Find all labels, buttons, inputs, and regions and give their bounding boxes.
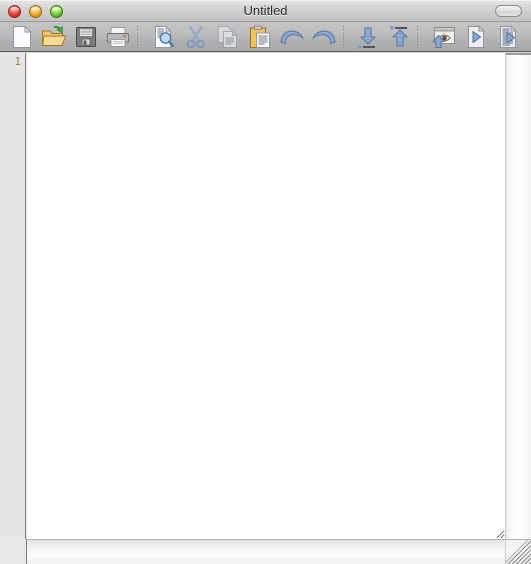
window-title: Untitled [243,3,288,18]
run-with-source-icon [497,25,519,49]
toolbar [0,22,531,52]
run-document-icon [465,25,487,49]
resize-grip-lines-icon [506,540,531,564]
undo-button[interactable] [278,23,306,51]
line-number-1: 1 [14,55,21,68]
titlebar-highlight [0,0,531,1]
close-button[interactable] [8,5,21,18]
title-bar[interactable]: Untitled [0,0,531,22]
new-document-icon [11,25,33,49]
editor-area: 1 [0,53,531,564]
cut-scissors-icon [185,25,207,49]
minimize-button[interactable] [29,5,42,18]
save-floppy-icon [75,26,97,48]
paste-clipboard-icon [248,25,272,49]
shift-up-button[interactable] [386,23,414,51]
toolbar-items [0,22,531,51]
new-document-button[interactable] [8,23,36,51]
resize-grip[interactable] [505,539,531,564]
toolbar-separator-3 [417,26,418,48]
shift-down-icon [356,25,380,49]
toolbar-toggle-button[interactable] [495,5,522,17]
application-window: Untitled 1 [0,0,531,564]
print-preview-icon [152,25,176,49]
shift-up-icon [388,25,412,49]
vertical-scrollbar-cap [506,53,531,55]
print-preview-button[interactable] [150,23,178,51]
undo-arrow-icon [279,26,305,48]
run-button[interactable] [462,23,490,51]
minimize-button-body [29,5,42,18]
vertical-scrollbar[interactable] [505,53,531,539]
redo-button[interactable] [310,23,338,51]
shift-down-button[interactable] [354,23,382,51]
preview-in-browser-button[interactable] [430,23,458,51]
zoom-button-body [50,5,63,18]
toolbar-separator-2 [343,26,344,48]
run-with-button[interactable] [494,23,522,51]
save-button[interactable] [72,23,100,51]
toolbar-separator-1 [137,26,138,48]
paste-button[interactable] [246,23,274,51]
redo-arrow-icon [311,26,337,48]
open-folder-icon [41,25,67,49]
copy-button[interactable] [214,23,242,51]
open-button[interactable] [40,23,68,51]
copy-icon [216,25,240,49]
close-button-body [8,5,21,18]
print-icon [106,26,130,48]
print-button[interactable] [104,23,132,51]
preview-in-browser-icon [431,25,457,49]
line-number-gutter: 1 [0,53,26,539]
horizontal-scrollbar[interactable] [27,539,505,564]
text-editor[interactable] [27,53,505,539]
scrollbar-corner-left [0,539,27,564]
zoom-button[interactable] [50,5,63,18]
cut-button[interactable] [182,23,210,51]
